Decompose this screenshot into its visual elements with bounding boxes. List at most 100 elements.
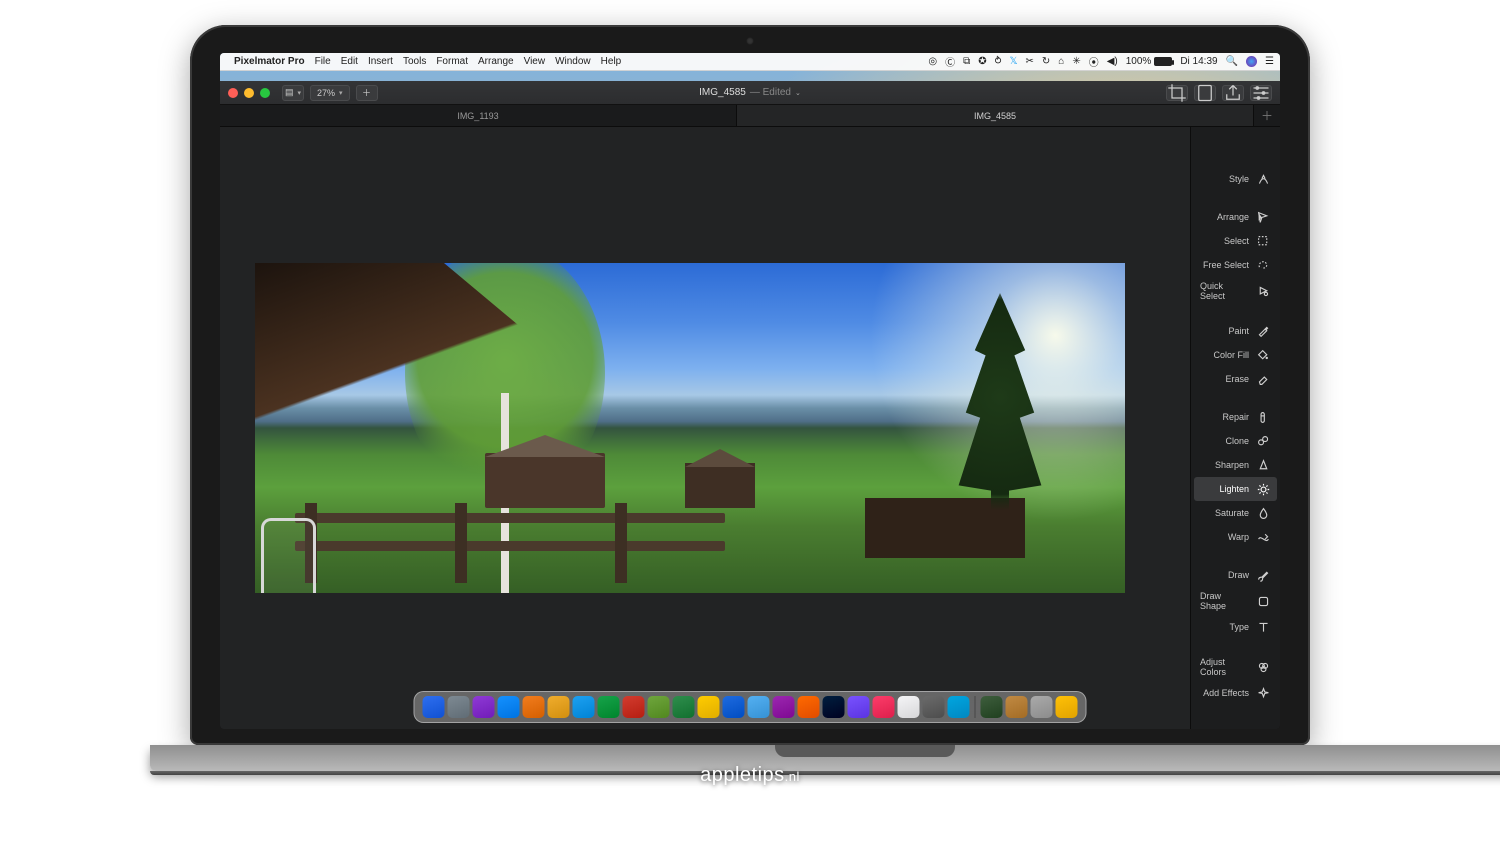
airplay-icon[interactable]: ⌂	[1058, 56, 1064, 67]
clock[interactable]: Di 14:39	[1180, 56, 1217, 67]
close-button[interactable]	[228, 88, 238, 98]
menu-format[interactable]: Format	[436, 56, 468, 67]
new-tab-button[interactable]: ＋	[1254, 105, 1280, 126]
tool-color-fill[interactable]: Color Fill	[1194, 343, 1277, 367]
crop-tool-button[interactable]	[1166, 85, 1188, 101]
chevron-down-icon[interactable]: ⌄	[795, 89, 801, 97]
tool-free-select[interactable]: Free Select	[1194, 253, 1277, 277]
dock-app-icon[interactable]	[523, 696, 545, 718]
cabin	[485, 453, 605, 508]
tool-label: Arrange	[1217, 212, 1249, 222]
chevron-down-icon: ▾	[298, 89, 302, 97]
tool-label: Repair	[1222, 412, 1249, 422]
tool-type[interactable]: Type	[1194, 615, 1277, 639]
add-button[interactable]: ＋	[356, 85, 378, 101]
dock-app-icon[interactable]	[548, 696, 570, 718]
document-image[interactable]	[255, 263, 1125, 593]
dock-app-icon[interactable]	[1006, 696, 1028, 718]
tool-select[interactable]: Select	[1194, 229, 1277, 253]
menu-window[interactable]: Window	[555, 56, 591, 67]
tool-draw-shape[interactable]: Draw Shape	[1194, 587, 1277, 615]
wifi-icon[interactable]: ⦿	[1089, 54, 1099, 69]
dock-app-icon[interactable]	[698, 696, 720, 718]
zoom-select[interactable]: 27% ▾	[310, 85, 350, 101]
dock-app-icon[interactable]	[573, 696, 595, 718]
backup-icon[interactable]: ⥁	[995, 56, 1002, 67]
battery-indicator[interactable]: 100%	[1126, 56, 1173, 67]
dock-app-icon[interactable]	[423, 696, 445, 718]
dock-app-icon[interactable]	[981, 696, 1003, 718]
sidebar-toggle-button[interactable]: ▤▾	[282, 85, 304, 101]
menu-file[interactable]: File	[315, 56, 331, 67]
menu-arrange[interactable]: Arrange	[478, 56, 514, 67]
tool-label: Style	[1229, 174, 1249, 184]
dock-app-icon[interactable]	[823, 696, 845, 718]
tool-draw[interactable]: Draw	[1194, 563, 1277, 587]
tab-img-1193[interactable]: IMG_1193	[220, 105, 737, 126]
menu-help[interactable]: Help	[601, 56, 622, 67]
app-name[interactable]: Pixelmator Pro	[234, 56, 305, 67]
dock-app-icon[interactable]	[648, 696, 670, 718]
dock-app-icon[interactable]	[598, 696, 620, 718]
traffic-lights	[228, 88, 270, 98]
status-icons: ◎ Ⓒ ⧉ ✪ ⥁ 𝕏 ✂ ↻ ⌂ ✳ ⦿ ◀) 100% Di	[928, 54, 1274, 69]
tool-quick-select[interactable]: Quick Select	[1194, 277, 1277, 305]
dock-app-icon[interactable]	[723, 696, 745, 718]
tool-add-effects[interactable]: Add Effects	[1194, 681, 1277, 705]
dock-app-icon[interactable]	[623, 696, 645, 718]
dock-app-icon[interactable]	[848, 696, 870, 718]
tool-lighten[interactable]: Lighten	[1194, 477, 1277, 501]
dock-app-icon[interactable]	[473, 696, 495, 718]
tool-warp[interactable]: Warp	[1194, 525, 1277, 549]
twitter-icon[interactable]: 𝕏	[1009, 56, 1017, 67]
cloud-icon[interactable]: Ⓒ	[945, 54, 955, 69]
dock-app-icon[interactable]	[898, 696, 920, 718]
tool-adjust-colors[interactable]: Adjust Colors	[1194, 653, 1277, 681]
scissors-icon[interactable]: ✂	[1026, 56, 1034, 67]
canvas-area[interactable]	[220, 127, 1190, 729]
menu-edit[interactable]: Edit	[341, 56, 358, 67]
dock-app-icon[interactable]	[498, 696, 520, 718]
share-button[interactable]	[1222, 85, 1244, 101]
evernote-icon[interactable]: ✪	[978, 56, 986, 67]
dock-app-icon[interactable]	[448, 696, 470, 718]
tool-paint[interactable]: Paint	[1194, 319, 1277, 343]
dock-app-icon[interactable]	[948, 696, 970, 718]
dock-app-icon[interactable]	[748, 696, 770, 718]
spotlight-icon[interactable]: 🔍	[1226, 56, 1238, 67]
menu-view[interactable]: View	[524, 56, 546, 67]
tool-clone[interactable]: Clone	[1194, 429, 1277, 453]
siri-icon[interactable]	[1246, 56, 1257, 67]
sync-icon[interactable]: ↻	[1042, 56, 1050, 67]
dock-app-icon[interactable]	[1031, 696, 1053, 718]
bluetooth-icon[interactable]: ✳	[1072, 56, 1080, 67]
tab-label: IMG_4585	[974, 111, 1016, 121]
menu-tools[interactable]: Tools	[403, 56, 426, 67]
tool-label: Adjust Colors	[1200, 657, 1250, 677]
dock-app-icon[interactable]	[923, 696, 945, 718]
tool-repair[interactable]: Repair	[1194, 405, 1277, 429]
dock-app-icon[interactable]	[673, 696, 695, 718]
export-button[interactable]	[1194, 85, 1216, 101]
minimize-button[interactable]	[244, 88, 254, 98]
dropbox-icon[interactable]: ⧉	[963, 56, 970, 67]
dock-app-icon[interactable]	[873, 696, 895, 718]
style-icon	[1255, 171, 1271, 187]
tool-sharpen[interactable]: Sharpen	[1194, 453, 1277, 477]
dock-app-icon[interactable]	[1056, 696, 1078, 718]
tool-saturate[interactable]: Saturate	[1194, 501, 1277, 525]
volume-icon[interactable]: ◀)	[1107, 56, 1118, 67]
tool-erase[interactable]: Erase	[1194, 367, 1277, 391]
dock-app-icon[interactable]	[798, 696, 820, 718]
maximize-button[interactable]	[260, 88, 270, 98]
tool-style[interactable]: Style	[1194, 167, 1277, 191]
tool-arrange[interactable]: Arrange	[1194, 205, 1277, 229]
tool-label: Add Effects	[1203, 688, 1249, 698]
tab-img-4585[interactable]: IMG_4585	[737, 105, 1254, 126]
tool-options-button[interactable]	[1250, 85, 1272, 101]
notification-center-icon[interactable]: ☰	[1265, 56, 1274, 67]
cc-icon[interactable]: ◎	[928, 56, 937, 67]
menu-insert[interactable]: Insert	[368, 56, 393, 67]
dock-app-icon[interactable]	[773, 696, 795, 718]
macos-dock	[414, 691, 1087, 723]
